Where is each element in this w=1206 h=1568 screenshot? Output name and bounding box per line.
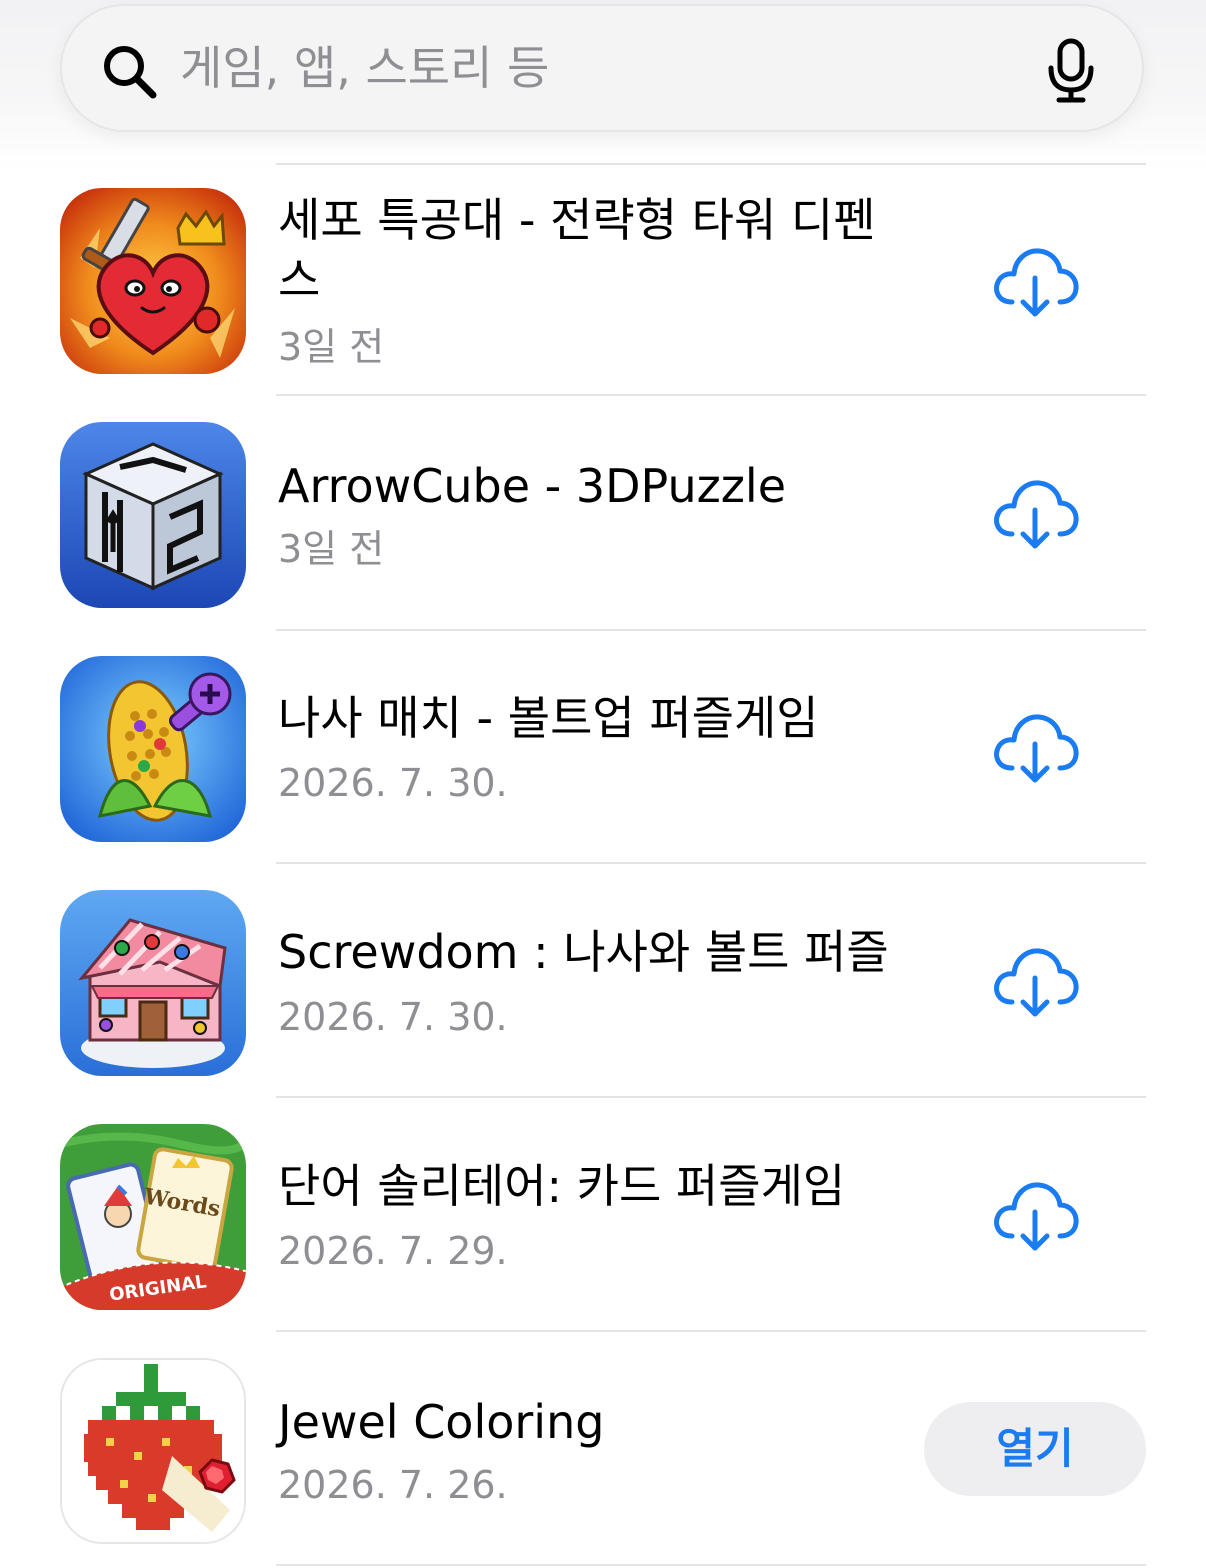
download-cloud-icon[interactable] — [990, 710, 1080, 786]
arrow-cube-icon[interactable] — [60, 422, 246, 608]
list-divider — [276, 394, 1146, 396]
app-date: 2026. 7. 30. — [278, 995, 508, 1039]
list-divider — [276, 1096, 1146, 1098]
screw-house-icon[interactable] — [60, 890, 246, 1076]
search-placeholder: 게임, 앱, 스토리 등 — [180, 41, 550, 95]
download-cloud-icon[interactable] — [990, 244, 1080, 320]
app-title[interactable]: Jewel Coloring — [278, 1392, 898, 1452]
app-date: 3일 전 — [278, 325, 385, 369]
app-title[interactable]: 세포 특공대 - 전략형 타워 디펜스 — [278, 190, 898, 310]
download-cloud-icon[interactable] — [990, 476, 1080, 552]
list-divider — [276, 629, 1146, 631]
microphone-icon[interactable] — [1046, 38, 1096, 104]
download-cloud-icon[interactable] — [990, 1178, 1080, 1254]
app-date: 2026. 7. 26. — [278, 1463, 508, 1507]
search-results-page: 게임, 앱, 스토리 등 세포 특공대 - 전략형 타워 디펜스 3일 전 Ar… — [0, 0, 1206, 1568]
heart-knight-icon[interactable] — [60, 188, 246, 374]
app-title[interactable]: Screwdom : 나사와 볼트 퍼즐 — [278, 922, 898, 982]
search-icon — [104, 46, 157, 99]
app-title[interactable]: 나사 매치 - 볼트업 퍼즐게임 — [278, 688, 898, 748]
download-cloud-icon[interactable] — [990, 944, 1080, 1020]
list-divider — [276, 862, 1146, 864]
list-divider — [276, 1564, 1146, 1566]
screw-corn-icon[interactable] — [60, 656, 246, 842]
app-title[interactable]: ArrowCube - 3DPuzzle — [278, 456, 898, 516]
app-date: 2026. 7. 30. — [278, 761, 508, 805]
app-title[interactable]: 단어 솔리테어: 카드 퍼즐게임 — [278, 1156, 898, 1216]
search-input[interactable]: 게임, 앱, 스토리 등 — [60, 4, 1144, 132]
pixel-strawberry-icon[interactable] — [60, 1358, 246, 1544]
list-divider — [276, 163, 1146, 165]
word-cards-icon[interactable]: Words ORIGINAL — [60, 1124, 246, 1310]
app-date: 3일 전 — [278, 527, 385, 571]
list-divider — [276, 1330, 1146, 1332]
app-date: 2026. 7. 29. — [278, 1229, 508, 1273]
open-button[interactable]: 열기 — [924, 1402, 1146, 1496]
